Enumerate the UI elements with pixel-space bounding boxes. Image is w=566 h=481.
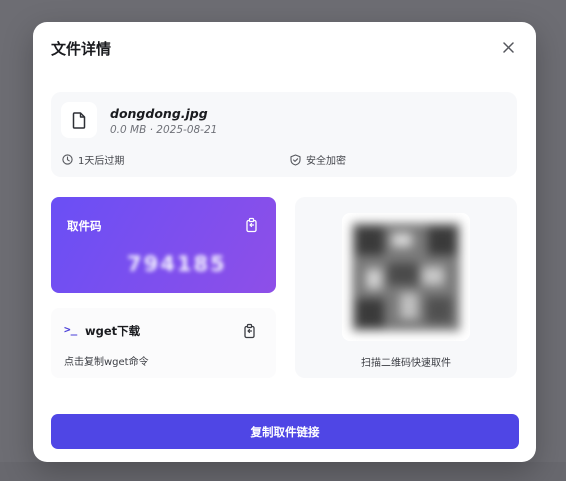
qr-code-image (342, 213, 470, 341)
qr-code-card: 扫描二维码快速取件 (295, 197, 517, 378)
security-text: 安全加密 (306, 156, 346, 167)
file-info-card: dongdong.jpg 0.0 MB · 2025-08-21 1天后过期 安… (51, 92, 517, 177)
shield-icon (290, 153, 301, 166)
clock-icon (62, 154, 73, 165)
file-size-date: 0.0 MB · 2025-08-21 (110, 124, 218, 136)
copy-code-button[interactable] (244, 217, 260, 233)
file-icon-wrapper (61, 102, 97, 138)
background-footer (0, 462, 566, 481)
copy-icon (246, 217, 257, 233)
qr-caption: 扫描二维码快速取件 (361, 358, 451, 369)
file-name: dongdong.jpg (110, 106, 208, 121)
copy-pickup-link-button[interactable]: 复制取件链接 (51, 414, 519, 449)
expiry-info: 1天后过期 (62, 152, 124, 167)
expiry-text: 1天后过期 (78, 156, 125, 167)
dialog-title: 文件详情 (51, 40, 112, 58)
wget-title: wget下载 (85, 324, 141, 338)
terminal-icon: >_ (64, 323, 78, 336)
copy-icon (244, 323, 255, 339)
copy-wget-button[interactable] (242, 323, 258, 339)
pickup-code-value: 794185 (127, 252, 227, 276)
wget-hint: 点击复制wget命令 (64, 357, 149, 368)
security-info: 安全加密 (290, 152, 346, 167)
close-icon (502, 41, 514, 53)
pickup-code-label: 取件码 (67, 219, 102, 233)
close-button[interactable] (498, 37, 518, 57)
pickup-code-card[interactable]: 取件码 794185 (51, 197, 276, 293)
file-details-dialog: 文件详情 dongdong.jpg 0.0 MB · 2025-08-21 1天… (33, 22, 536, 462)
qr-code-pattern (352, 223, 460, 331)
wget-download-card[interactable]: >_ wget下载 点击复制wget命令 (51, 308, 276, 378)
file-icon (72, 111, 86, 129)
